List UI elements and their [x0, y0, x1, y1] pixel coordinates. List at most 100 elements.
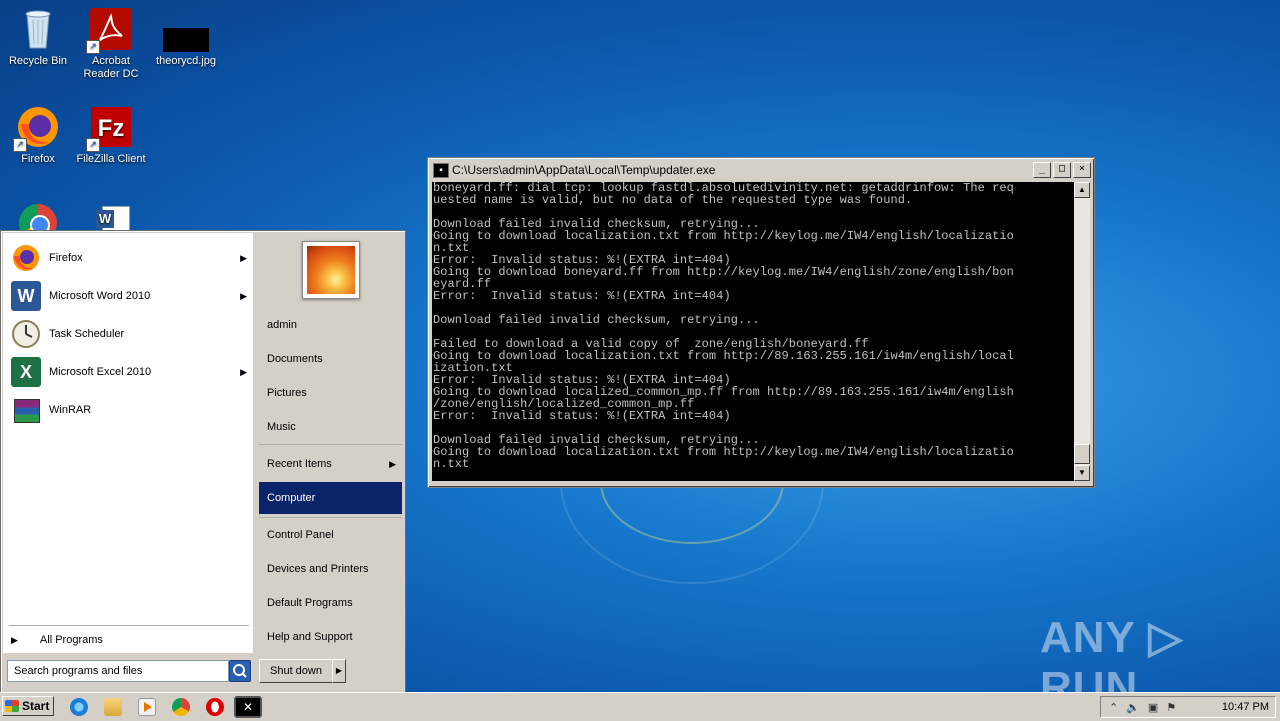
- filezilla-icon: Fz ↗: [86, 104, 134, 152]
- excel-icon: X: [11, 357, 41, 387]
- console-title: C:\Users\admin\AppData\Local\Temp\update…: [452, 163, 716, 177]
- menu-item-label: Default Programs: [267, 597, 353, 609]
- start-menu-places-pane: admin Documents Pictures Music Recent It…: [255, 231, 405, 693]
- firefox-icon: ↗: [13, 104, 61, 152]
- volume-icon[interactable]: 🔈: [1126, 701, 1140, 714]
- search-icon[interactable]: [229, 660, 251, 682]
- start-label: Start: [22, 699, 50, 713]
- submenu-arrow-icon: ▶: [240, 252, 247, 263]
- taskbar: Start ✕ ⌃ 🔈 ▣ ⚑ 10:47 PM: [0, 692, 1280, 721]
- user-picture[interactable]: [302, 241, 360, 299]
- desktop-icon-label: FileZilla Client: [76, 153, 146, 165]
- program-item-word[interactable]: W Microsoft Word 2010 ▶: [11, 279, 251, 313]
- menu-item-pictures[interactable]: Pictures: [259, 377, 402, 409]
- desktop-icon-acrobat[interactable]: ↗ Acrobat Reader DC: [73, 6, 149, 81]
- submenu-arrow-icon: ▶: [389, 458, 396, 469]
- scroll-thumb[interactable]: [1074, 444, 1090, 464]
- menu-item-label: Control Panel: [267, 529, 334, 541]
- media-player-icon[interactable]: [138, 698, 156, 716]
- menu-item-documents[interactable]: Documents: [259, 343, 402, 375]
- menu-item-label: Documents: [267, 353, 323, 365]
- action-center-flag-icon[interactable]: ⚑: [1166, 701, 1176, 714]
- opera-icon[interactable]: [206, 698, 224, 716]
- start-button[interactable]: Start: [2, 696, 54, 716]
- menu-item-label: Music: [267, 421, 296, 433]
- console-titlebar[interactable]: ▪ C:\Users\admin\AppData\Local\Temp\upda…: [431, 161, 1091, 179]
- program-item-excel[interactable]: X Microsoft Excel 2010 ▶: [11, 355, 251, 389]
- maximize-button[interactable]: □: [1053, 162, 1071, 178]
- program-item-winrar[interactable]: WinRAR: [11, 393, 251, 427]
- menu-item-help-support[interactable]: Help and Support: [259, 621, 402, 653]
- program-label: Microsoft Word 2010: [49, 290, 151, 302]
- system-tray: ⌃ 🔈 ▣ ⚑ 10:47 PM: [1100, 696, 1276, 718]
- submenu-arrow-icon: ▶: [240, 366, 247, 377]
- menu-item-recent-items[interactable]: Recent Items ▶: [259, 448, 402, 480]
- winrar-icon: [11, 395, 41, 425]
- program-item-firefox[interactable]: Firefox ▶: [11, 241, 251, 275]
- chrome-icon[interactable]: [172, 698, 190, 716]
- console-icon: ▪: [433, 162, 449, 178]
- desktop-icon-label: Recycle Bin: [8, 55, 68, 67]
- network-icon[interactable]: ▣: [1148, 701, 1158, 714]
- program-label: Firefox: [49, 252, 83, 264]
- shortcut-arrow-icon: ↗: [86, 138, 100, 152]
- submenu-arrow-icon: ▶: [240, 290, 247, 301]
- desktop-icon-label: Acrobat Reader DC: [83, 55, 139, 80]
- scroll-up-arrow-icon[interactable]: ▲: [1074, 182, 1090, 198]
- desktop-icon-label: theorycd.jpg: [156, 55, 216, 67]
- menu-item-label: Help and Support: [267, 631, 353, 643]
- close-button[interactable]: ×: [1073, 162, 1091, 178]
- menu-item-label: admin: [267, 319, 297, 331]
- console-icon[interactable]: ✕: [234, 696, 262, 718]
- menu-item-label: Pictures: [267, 387, 307, 399]
- minimize-button[interactable]: _: [1033, 162, 1051, 178]
- console-scrollbar[interactable]: ▲ ▼: [1074, 182, 1090, 481]
- arrow-right-icon: ▶: [11, 634, 18, 645]
- recycle-bin-icon: [15, 6, 61, 52]
- desktop-icon-recycle-bin[interactable]: Recycle Bin: [0, 6, 76, 68]
- shortcut-arrow-icon: ↗: [86, 40, 100, 54]
- menu-item-label: Devices and Printers: [267, 563, 369, 575]
- menu-item-user[interactable]: admin: [259, 309, 402, 341]
- flower-avatar-icon: [307, 246, 355, 294]
- acrobat-icon: ↗: [86, 6, 134, 54]
- svg-text:Fz: Fz: [98, 115, 125, 142]
- menu-item-label: Computer: [267, 492, 316, 504]
- shutdown-button[interactable]: Shut down: [259, 659, 333, 683]
- clock[interactable]: 10:47 PM: [1222, 701, 1269, 713]
- desktop-icon-firefox[interactable]: ↗ Firefox: [0, 104, 76, 166]
- ie-icon[interactable]: [70, 698, 88, 716]
- windows-flag-icon: [5, 700, 19, 712]
- task-scheduler-icon: [11, 319, 41, 349]
- console-output: boneyard.ff: dial tcp: lookup fastdl.abs…: [433, 182, 1014, 471]
- console-output-area[interactable]: boneyard.ff: dial tcp: lookup fastdl.abs…: [432, 182, 1074, 481]
- program-label: Task Scheduler: [49, 328, 125, 340]
- all-programs-button[interactable]: ▶ All Programs: [11, 631, 249, 649]
- word-icon: W: [11, 281, 41, 311]
- search-input[interactable]: [8, 664, 226, 678]
- shutdown-options-arrow-icon[interactable]: ▶: [332, 659, 346, 683]
- menu-separator: [259, 517, 402, 518]
- desktop-icon-theorycd[interactable]: theorycd.jpg: [148, 6, 224, 68]
- menu-item-computer[interactable]: Computer: [259, 482, 402, 514]
- show-hidden-icons-icon[interactable]: ⌃: [1109, 701, 1118, 714]
- menu-item-label: Recent Items: [267, 458, 332, 470]
- shortcut-arrow-icon: ↗: [13, 138, 27, 152]
- menu-item-default-programs[interactable]: Default Programs: [259, 587, 402, 619]
- console-window[interactable]: ▪ C:\Users\admin\AppData\Local\Temp\upda…: [427, 157, 1095, 488]
- menu-item-control-panel[interactable]: Control Panel: [259, 519, 402, 551]
- search-box[interactable]: [7, 660, 229, 682]
- menu-separator: [259, 444, 402, 445]
- program-item-task-scheduler[interactable]: Task Scheduler: [11, 317, 251, 351]
- start-menu-programs-pane: Firefox ▶ W Microsoft Word 2010 ▶ Task S…: [3, 233, 253, 653]
- start-menu: Firefox ▶ W Microsoft Word 2010 ▶ Task S…: [0, 230, 406, 694]
- scroll-down-arrow-icon[interactable]: ▼: [1074, 465, 1090, 481]
- desktop-icon-filezilla[interactable]: Fz ↗ FileZilla Client: [73, 104, 149, 166]
- desktop-icon-label: Firefox: [21, 153, 55, 165]
- explorer-icon[interactable]: [104, 698, 122, 716]
- program-label: Microsoft Excel 2010: [49, 366, 152, 378]
- menu-item-devices-printers[interactable]: Devices and Printers: [259, 553, 402, 585]
- all-programs-label: All Programs: [39, 634, 103, 646]
- menu-item-music[interactable]: Music: [259, 411, 402, 443]
- firefox-icon: [11, 243, 41, 273]
